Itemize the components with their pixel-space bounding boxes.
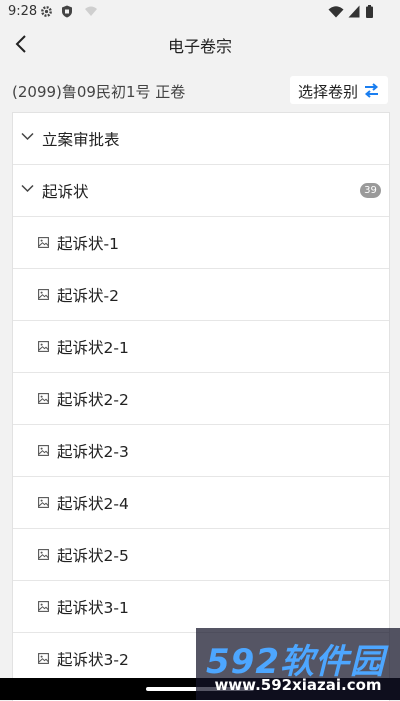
case-header: (2099)鲁09民初1号 正卷 选择卷别: [0, 74, 400, 106]
count-badge: 39: [360, 183, 381, 198]
document-row[interactable]: 起诉状-1: [13, 217, 389, 269]
wifi-icon: [328, 6, 344, 18]
document-title: 起诉状2-3: [57, 443, 129, 461]
document-row[interactable]: 起诉状-2: [13, 269, 389, 321]
document-title: 起诉状2-1: [57, 339, 129, 357]
group-title: 立案审批表: [42, 131, 120, 149]
shield-icon: [62, 5, 72, 18]
document-row[interactable]: 起诉状2-5: [13, 529, 389, 581]
document-row[interactable]: 起诉状2-1: [13, 321, 389, 373]
document-title: 起诉状3-1: [57, 599, 129, 617]
document-title: 起诉状-1: [57, 235, 119, 253]
status-time: 9:28: [8, 4, 38, 19]
image-file-icon: [38, 497, 49, 508]
gear-icon: [41, 6, 52, 17]
swap-icon: [364, 83, 379, 98]
top-app-bar: 电子卷宗: [0, 24, 400, 64]
document-title: 起诉状2-5: [57, 547, 129, 565]
status-bar: 9:28: [0, 0, 400, 24]
select-volume-label: 选择卷别: [298, 83, 359, 101]
document-title: 起诉状-2: [57, 287, 119, 305]
watermark: 592软件园 www.592xiazai.com: [196, 628, 400, 700]
watermark-url: www.592xiazai.com: [214, 676, 382, 694]
page-title: 电子卷宗: [167, 37, 232, 56]
document-row[interactable]: 起诉状2-2: [13, 373, 389, 425]
chevron-down-icon: [21, 184, 34, 193]
document-title: 起诉状2-2: [57, 391, 129, 409]
group-title: 起诉状: [42, 183, 89, 201]
image-file-icon: [38, 341, 49, 352]
document-title: 起诉状3-2: [57, 651, 129, 669]
image-file-icon: [38, 237, 49, 248]
group-row-complaint[interactable]: 起诉状 39: [13, 165, 389, 217]
battery-icon: [366, 5, 373, 18]
image-file-icon: [38, 549, 49, 560]
group-row-approval[interactable]: 立案审批表: [13, 113, 389, 165]
image-file-icon: [38, 289, 49, 300]
select-volume-button[interactable]: 选择卷别: [290, 76, 388, 104]
document-tree: 立案审批表 起诉状 39 起诉状-1 起诉状-2 起诉状2-1 起诉状2-2 起…: [12, 112, 390, 701]
signal-icon: [348, 5, 360, 18]
wifi-off-icon: [85, 6, 97, 16]
image-file-icon: [38, 393, 49, 404]
image-file-icon: [38, 445, 49, 456]
document-title: 起诉状2-4: [57, 495, 129, 513]
chevron-down-icon: [21, 132, 34, 141]
case-number: (2099)鲁09民初1号 正卷: [12, 83, 186, 101]
document-row[interactable]: 起诉状2-4: [13, 477, 389, 529]
image-file-icon: [38, 653, 49, 664]
document-row[interactable]: 起诉状3-1: [13, 581, 389, 633]
document-row[interactable]: 起诉状2-3: [13, 425, 389, 477]
image-file-icon: [38, 601, 49, 612]
